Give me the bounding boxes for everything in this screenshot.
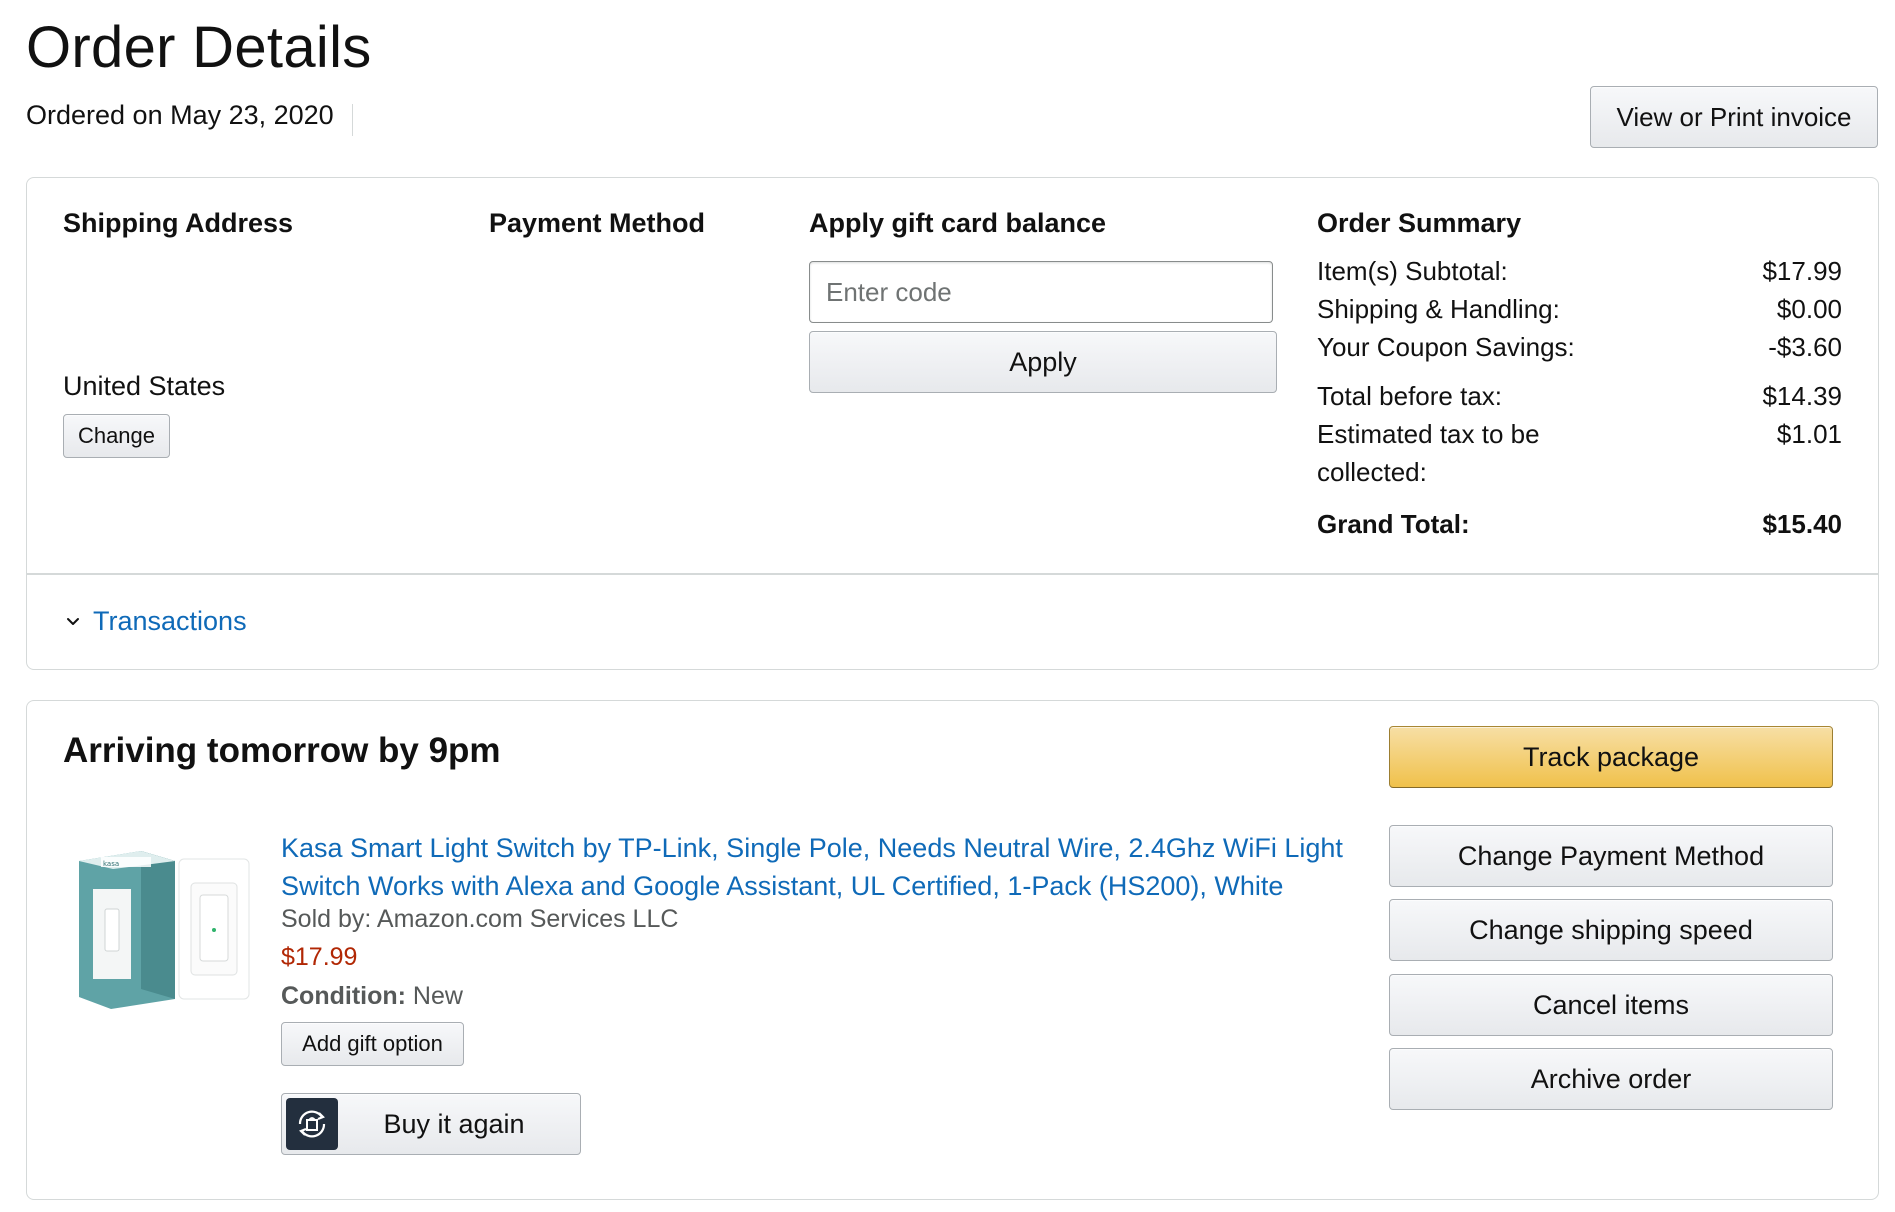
summary-label: Total before tax:	[1317, 381, 1502, 411]
track-package-button[interactable]: Track package	[1389, 726, 1833, 788]
delivery-status-heading: Arriving tomorrow by 9pm	[63, 731, 501, 770]
order-details-page: Order Details Ordered on May 23, 2020 Vi…	[0, 0, 1895, 1212]
ordered-on-date: Ordered on May 23, 2020	[26, 100, 334, 130]
header-divider	[352, 104, 353, 136]
archive-order-button[interactable]: Archive order	[1389, 1048, 1833, 1110]
view-print-invoice-button[interactable]: View or Print invoice	[1590, 86, 1878, 148]
buy-again-label: Buy it again	[383, 1108, 525, 1139]
summary-value: -$3.60	[1768, 332, 1842, 362]
product-image-brand: kasa	[103, 860, 119, 868]
product-title-link[interactable]: Kasa Smart Light Switch by TP-Link, Sing…	[281, 829, 1351, 905]
transactions-toggle[interactable]: Transactions	[63, 606, 247, 637]
shipping-address-heading: Shipping Address	[63, 208, 294, 238]
summary-label: Shipping & Handling:	[1317, 294, 1560, 324]
grand-total-label: Grand Total:	[1317, 509, 1470, 539]
buy-again-icon	[286, 1098, 338, 1150]
summary-value: $14.39	[1762, 381, 1842, 411]
add-gift-option-button[interactable]: Add gift option	[281, 1022, 464, 1066]
apply-gift-card-button[interactable]: Apply	[809, 331, 1277, 393]
sold-by-text: Sold by: Amazon.com Services LLC	[281, 905, 679, 933]
summary-value: $0.00	[1776, 294, 1842, 324]
payment-method-heading: Payment Method	[489, 208, 706, 238]
change-payment-method-button[interactable]: Change Payment Method	[1389, 825, 1833, 887]
summary-label: Your Coupon Savings:	[1317, 332, 1575, 362]
change-shipping-speed-button[interactable]: Change shipping speed	[1389, 899, 1833, 961]
summary-label: Item(s) Subtotal:	[1317, 256, 1508, 286]
condition-value: New	[412, 982, 463, 1010]
order-info-panel: Shipping Address United States Change Pa…	[26, 177, 1879, 670]
buy-it-again-button[interactable]: Buy it again	[281, 1093, 581, 1155]
grand-total-value: $15.40	[1762, 509, 1842, 539]
shipping-country: United States	[63, 371, 226, 401]
transactions-link[interactable]: Transactions	[93, 606, 247, 637]
summary-value: $1.01	[1776, 419, 1842, 449]
product-price: $17.99	[281, 943, 358, 971]
summary-value: $17.99	[1762, 256, 1842, 286]
summary-label: Estimated tax to be collected:	[1317, 419, 1540, 487]
gift-card-heading: Apply gift card balance	[809, 208, 1107, 238]
gift-card-code-input[interactable]	[809, 261, 1273, 323]
product-condition: Condition: New	[281, 982, 463, 1011]
chevron-down-icon	[67, 617, 79, 625]
panel-divider	[27, 573, 1878, 575]
change-address-button[interactable]: Change	[63, 414, 170, 458]
shipment-panel: Arriving tomorrow by 9pm kasa Kasa Smart…	[26, 700, 1879, 1200]
product-image[interactable]: kasa	[71, 839, 261, 1011]
condition-label: Condition:	[281, 982, 406, 1010]
cancel-items-button[interactable]: Cancel items	[1389, 974, 1833, 1036]
order-summary-heading: Order Summary	[1317, 208, 1522, 238]
page-title: Order Details	[26, 15, 372, 80]
